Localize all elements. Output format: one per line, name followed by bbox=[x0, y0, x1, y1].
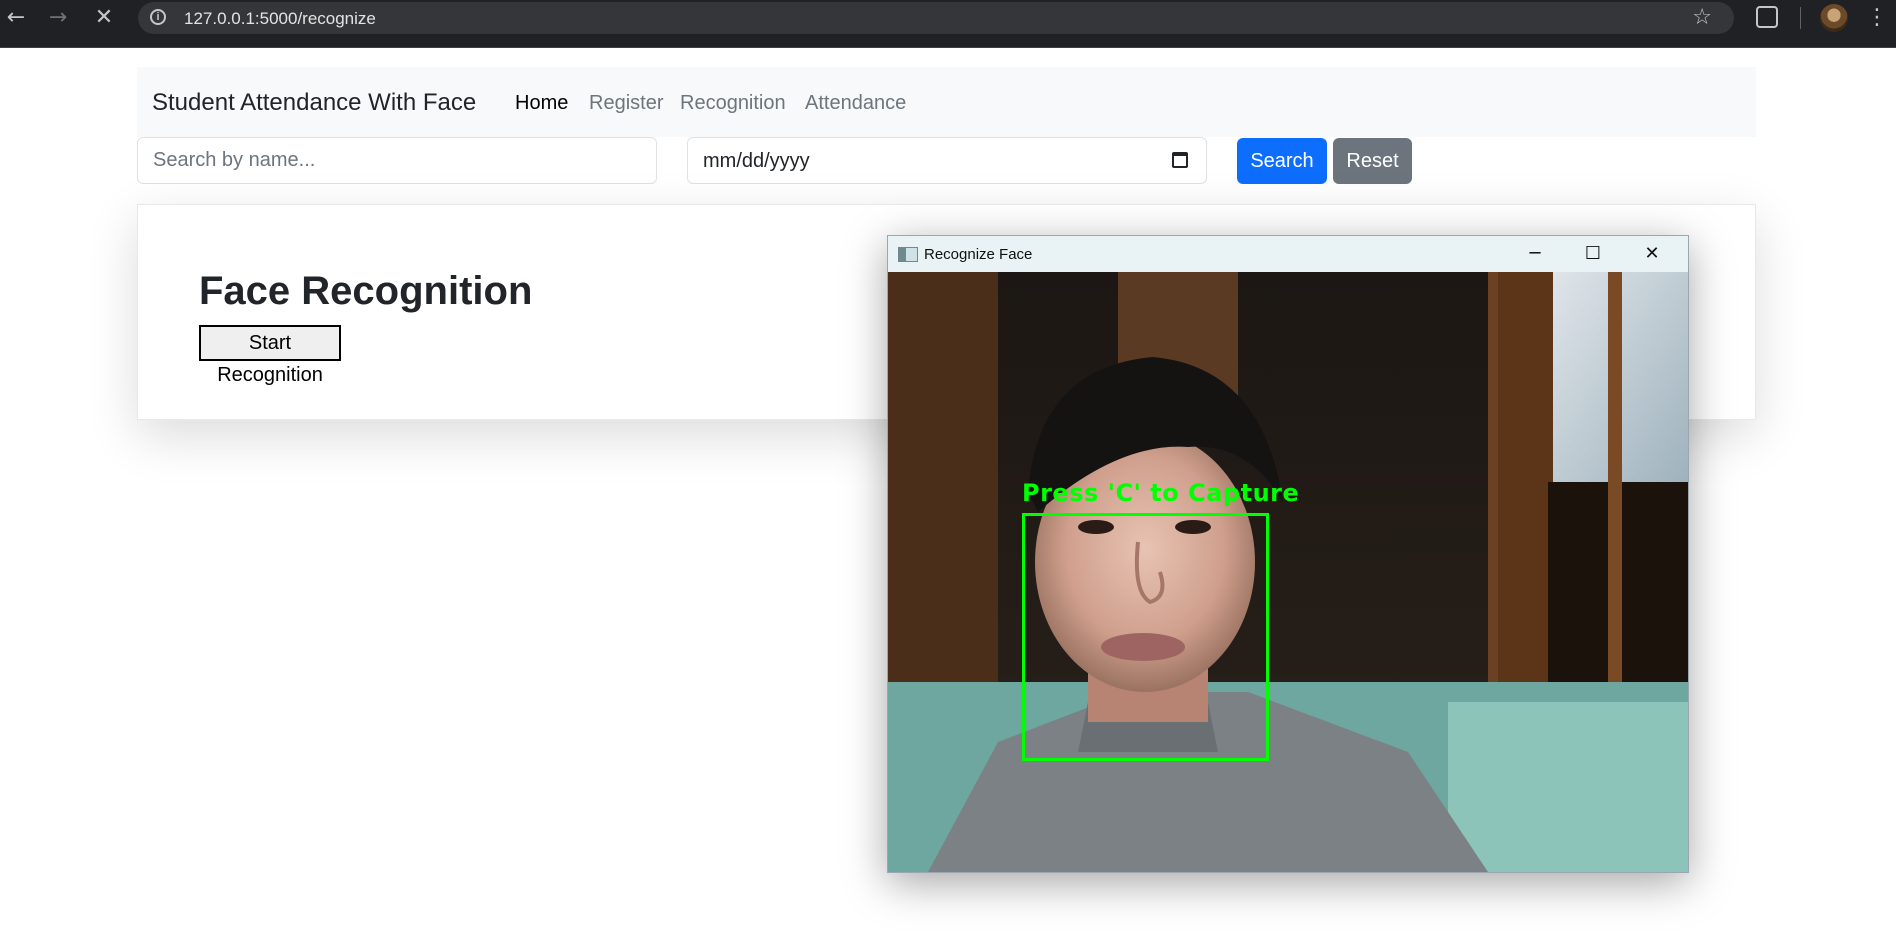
browser-toolbar: ← → ✕ i 127.0.0.1:5000/recognize ☆ ⋮ bbox=[0, 0, 1896, 48]
page-title: Face Recognition bbox=[199, 269, 533, 313]
forward-icon[interactable]: → bbox=[44, 4, 72, 32]
camera-image bbox=[888, 272, 1688, 872]
search-input[interactable] bbox=[137, 137, 657, 184]
minimize-icon[interactable]: ─ bbox=[1506, 236, 1564, 272]
address-bar[interactable]: i 127.0.0.1:5000/recognize ☆ bbox=[138, 2, 1734, 34]
maximize-icon[interactable]: ☐ bbox=[1564, 236, 1622, 272]
navbar: Student Attendance With Face Home Regist… bbox=[137, 67, 1756, 137]
site-info-icon[interactable]: i bbox=[150, 9, 166, 25]
calendar-icon[interactable] bbox=[1172, 152, 1188, 168]
face-detection-box bbox=[1022, 513, 1269, 761]
extensions-icon[interactable] bbox=[1756, 6, 1778, 28]
url-text[interactable]: 127.0.0.1:5000/recognize bbox=[184, 9, 376, 29]
nav-link-register[interactable]: Register bbox=[589, 92, 663, 115]
toolbar-divider bbox=[1800, 7, 1801, 29]
nav-link-recognition[interactable]: Recognition bbox=[680, 92, 786, 115]
nav-link-home[interactable]: Home bbox=[515, 92, 568, 115]
stop-loading-icon[interactable]: ✕ bbox=[90, 4, 118, 32]
bookmark-star-icon[interactable]: ☆ bbox=[1692, 5, 1712, 30]
back-icon[interactable]: ← bbox=[2, 4, 30, 32]
menu-icon[interactable]: ⋮ bbox=[1866, 4, 1888, 32]
reset-button[interactable]: Reset bbox=[1333, 138, 1412, 184]
window-titlebar[interactable]: Recognize Face ─ ☐ ✕ bbox=[888, 236, 1688, 272]
camera-frame: Press 'C' to Capture bbox=[888, 272, 1688, 872]
nav-link-attendance[interactable]: Attendance bbox=[805, 92, 906, 115]
date-value: mm/dd/yyyy bbox=[703, 150, 810, 172]
capture-instruction: Press 'C' to Capture bbox=[1022, 479, 1300, 507]
app-icon bbox=[898, 247, 918, 262]
start-recognition-button[interactable]: Start Recognition bbox=[199, 325, 341, 386]
window-title: Recognize Face bbox=[924, 246, 1033, 263]
profile-avatar[interactable] bbox=[1820, 4, 1848, 32]
recognize-face-window: Recognize Face ─ ☐ ✕ Press 'C' to Captur… bbox=[887, 235, 1689, 873]
date-field[interactable]: mm/dd/yyyy bbox=[687, 137, 1207, 184]
navbar-brand[interactable]: Student Attendance With Face bbox=[152, 89, 476, 117]
search-button[interactable]: Search bbox=[1237, 138, 1327, 184]
close-icon[interactable]: ✕ bbox=[1623, 236, 1681, 272]
